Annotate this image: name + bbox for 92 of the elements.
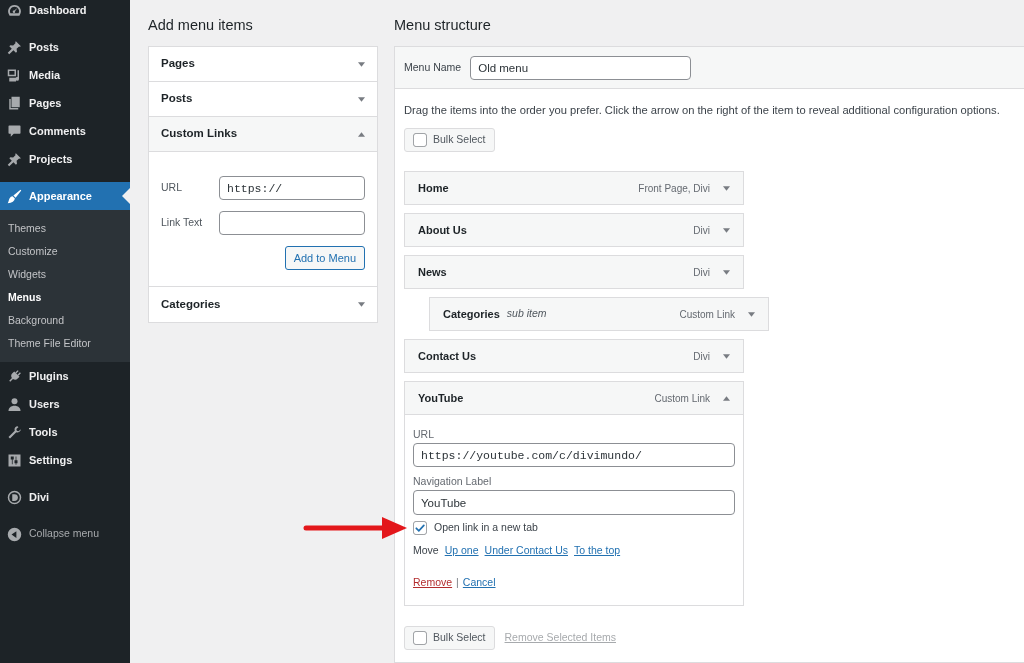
media-icon — [7, 67, 22, 83]
menu-item-bar[interactable]: News Divi — [404, 255, 744, 289]
instructions-text: Drag the items into the order you prefer. Click the arrow on the right of the item to reveal additional configuration options. — [404, 103, 1001, 117]
section-heading: Add menu items — [148, 16, 254, 35]
menu-item-title: YouTube — [418, 390, 464, 406]
plug-icon — [7, 368, 22, 384]
move-label: Move — [413, 543, 439, 559]
menu-item-title: Contact Us — [418, 348, 477, 364]
pushpin-icon — [7, 151, 22, 167]
checkbox-label: Open link in a new tab — [434, 520, 538, 536]
submenu-item[interactable]: Themes — [0, 217, 130, 240]
field-label: Link Text — [161, 215, 204, 231]
submenu-item[interactable]: Menus — [0, 286, 130, 309]
sidebar-menu-item[interactable]: Settings — [0, 446, 130, 474]
wrench-icon — [7, 424, 22, 440]
collapse-icon — [7, 526, 22, 542]
cancel-link[interactable]: Cancel — [462, 575, 496, 591]
accordion-header[interactable]: Categories — [149, 287, 377, 322]
move-link[interactable]: Under Contact Us — [484, 543, 568, 559]
caret-down-icon[interactable] — [358, 302, 365, 307]
menu-item-type: Divi — [693, 223, 710, 238]
caret-down-icon[interactable] — [723, 353, 730, 359]
collapse-menu-button[interactable]: Collapse menu — [0, 520, 130, 548]
caret-down-icon[interactable] — [748, 311, 755, 317]
field-label: URL — [413, 428, 435, 441]
field-label: Navigation Label — [413, 475, 493, 488]
caret-up-icon[interactable] — [723, 395, 730, 401]
sidebar-menu-item[interactable]: Comments — [0, 117, 130, 145]
url-field[interactable]: https://youtube.com/c/divimundo/ — [413, 443, 735, 467]
menu-item-title: About Us — [418, 222, 467, 238]
speech-bubble-icon — [7, 123, 22, 139]
gauge-icon — [7, 2, 22, 18]
sidebar-menu-item[interactable]: Plugins — [0, 362, 130, 390]
caret-down-icon[interactable] — [723, 269, 730, 275]
menu-item-type: Front Page, Divi — [638, 181, 710, 196]
menu-item-bar[interactable]: YouTube Custom Link — [404, 381, 744, 415]
paintbrush-icon — [7, 188, 22, 204]
menu-item-type: Custom Link — [679, 307, 735, 322]
menu-item-type: Divi — [693, 265, 710, 280]
sidebar-menu-item[interactable]: Media — [0, 61, 130, 89]
submenu-item[interactable]: Widgets — [0, 263, 130, 286]
menu-item-title: News — [418, 264, 447, 280]
sidebar-menu-item[interactable]: Projects — [0, 145, 130, 173]
menu-item-bar[interactable]: Home Front Page, Divi — [404, 171, 744, 205]
submenu-item[interactable]: Background — [0, 309, 130, 332]
sidebar-menu-item[interactable]: Appearance — [0, 182, 130, 210]
field-label: Menu Name — [404, 59, 462, 75]
menu-item-title: Home — [418, 180, 449, 196]
checkbox[interactable] — [413, 133, 427, 147]
person-icon — [7, 396, 22, 412]
separator-text: | — [456, 575, 459, 591]
pages-icon — [7, 95, 22, 111]
menu-item-bar[interactable]: Categories sub item Custom Link — [429, 297, 769, 331]
d-logo-icon — [7, 489, 22, 505]
accordion-header[interactable]: Pages — [149, 47, 377, 82]
sidebar-menu-item[interactable]: Dashboard — [0, 0, 130, 24]
navigation-label-field[interactable]: YouTube — [413, 490, 735, 515]
menu-item-type: Custom Link — [654, 391, 710, 406]
add-to-menu-button[interactable]: Add to Menu — [284, 246, 365, 270]
menu-item-type: Divi — [693, 349, 710, 364]
settings-icon — [7, 452, 22, 468]
move-link[interactable]: To the top — [574, 543, 621, 559]
menu-name-field[interactable]: Old menu — [470, 55, 692, 80]
menu-item-bar[interactable]: Contact Us Divi — [404, 339, 744, 373]
menu-item-bar[interactable]: About Us Divi — [404, 213, 744, 247]
sidebar-menu-item[interactable]: Tools — [0, 418, 130, 446]
move-link[interactable]: Up one — [444, 543, 479, 559]
pushpin-icon — [7, 39, 22, 55]
caret-up-icon[interactable] — [358, 131, 365, 137]
input-field[interactable]: https:// — [219, 176, 365, 200]
sidebar-menu-item[interactable]: Posts — [0, 33, 130, 61]
checkbox[interactable] — [413, 631, 427, 645]
sub-item-note: sub item — [506, 306, 547, 322]
sidebar-menu-item[interactable]: Divi — [0, 483, 130, 511]
submenu-item[interactable]: Theme File Editor — [0, 332, 130, 355]
bulk-select-button[interactable]: Bulk Select — [404, 128, 495, 152]
caret-down-icon[interactable] — [358, 96, 365, 102]
menu-item-title: Categories — [443, 306, 500, 322]
checkbox[interactable] — [413, 521, 427, 535]
current-page-pointer-icon — [122, 188, 130, 204]
remove-link[interactable]: Remove — [413, 575, 453, 591]
sidebar-menu-item[interactable]: Users — [0, 390, 130, 418]
accordion-header[interactable]: Custom Links — [149, 117, 377, 152]
sidebar-menu-item[interactable]: Pages — [0, 89, 130, 117]
input-field[interactable] — [219, 211, 365, 235]
section-heading: Menu structure — [394, 16, 492, 35]
submenu-item[interactable]: Customize — [0, 240, 130, 263]
caret-down-icon[interactable] — [358, 61, 365, 67]
caret-down-icon[interactable] — [723, 185, 730, 191]
field-label: URL — [161, 180, 183, 196]
bulk-select-button[interactable]: Bulk Select — [404, 626, 495, 650]
caret-down-icon[interactable] — [723, 227, 730, 233]
